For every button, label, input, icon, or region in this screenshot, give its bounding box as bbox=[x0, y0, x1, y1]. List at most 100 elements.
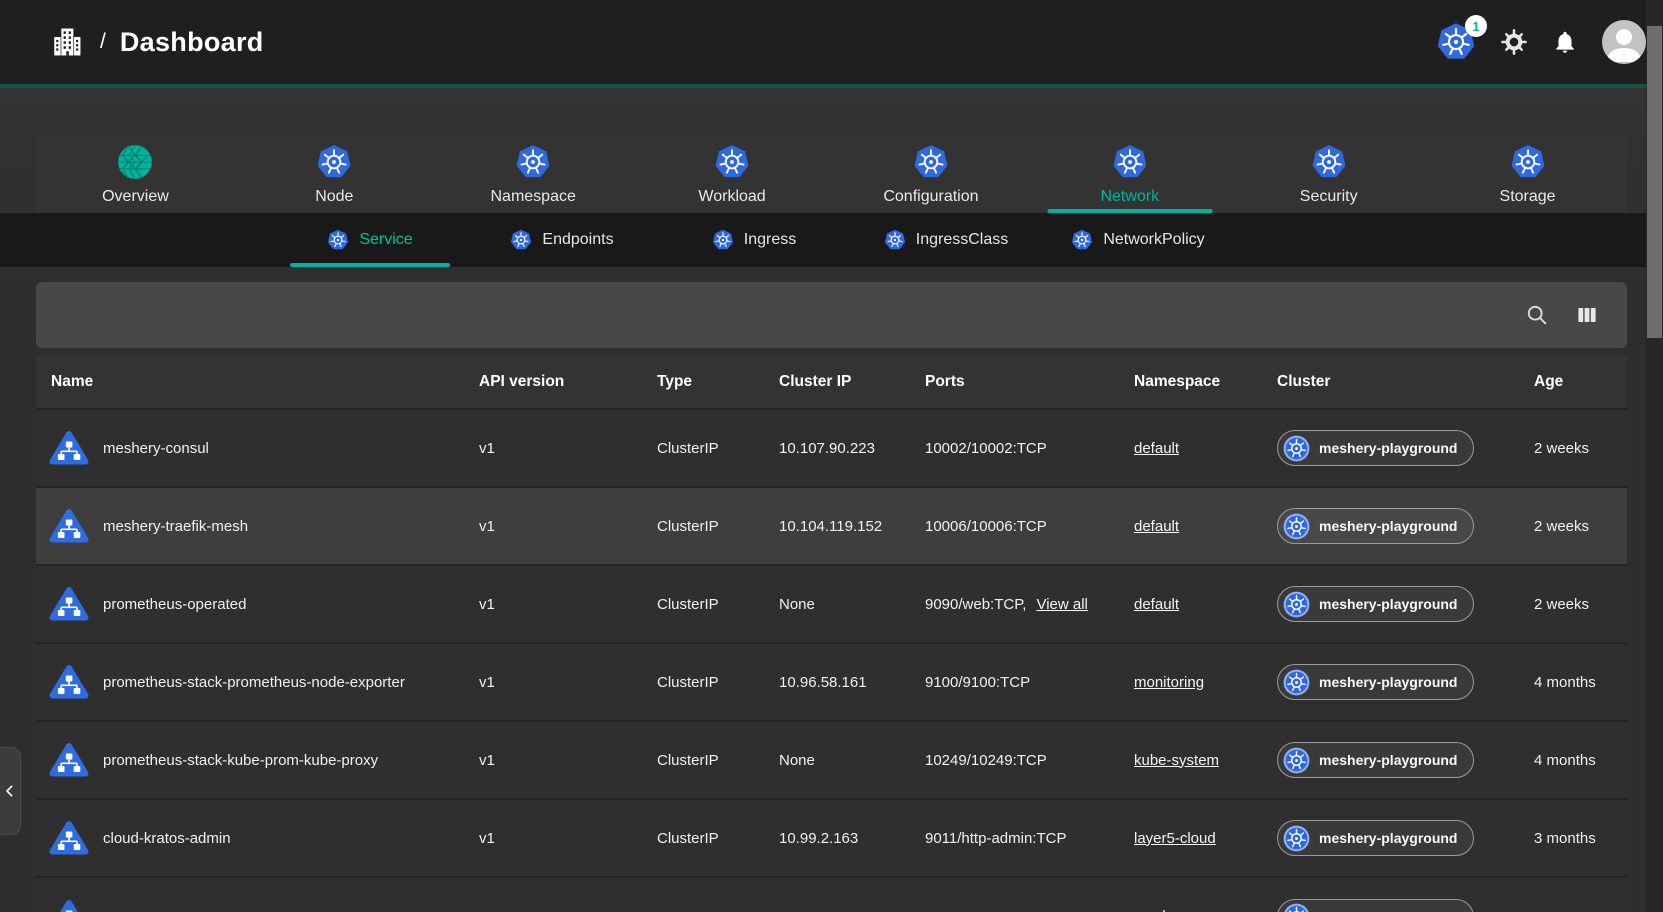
tab-label: Node bbox=[315, 188, 353, 206]
ports-cell: 10249/10249:TCP bbox=[925, 721, 1134, 799]
cluster-name: meshery-playground bbox=[1319, 909, 1457, 912]
table-row[interactable]: prometheus-stack-kube-prom-kube-proxy v1… bbox=[36, 721, 1627, 799]
kubernetes-icon bbox=[515, 144, 551, 180]
tab-namespace[interactable]: Namespace bbox=[434, 136, 633, 213]
namespace-cell: layer5-cloud bbox=[1134, 799, 1277, 877]
type-cell: ClusterIP bbox=[657, 643, 779, 721]
namespace-link[interactable]: default bbox=[1134, 440, 1179, 457]
primary-tabs: Overview Node Namespace Workload Configu… bbox=[36, 136, 1627, 213]
column-header[interactable]: Type bbox=[657, 355, 779, 409]
cluster-chip[interactable]: meshery-playground bbox=[1277, 430, 1474, 466]
cluster-chip[interactable]: meshery-playground bbox=[1277, 899, 1474, 912]
column-header[interactable]: Cluster bbox=[1277, 355, 1534, 409]
api-version-cell: v1 bbox=[479, 487, 657, 565]
settings-gear-icon[interactable] bbox=[1500, 28, 1528, 56]
kubernetes-icon bbox=[1311, 144, 1347, 180]
cluster-cell: meshery-playground bbox=[1277, 643, 1534, 721]
name-cell: prometheus-stack-prometheus-node-exporte… bbox=[36, 643, 479, 721]
api-version-cell: v1 bbox=[479, 799, 657, 877]
scrollbar-thumb[interactable] bbox=[1647, 26, 1662, 338]
table-row[interactable]: cloud-kratos-admin v1 ClusterIP 10.99.2.… bbox=[36, 799, 1627, 877]
cluster-cell: meshery-playground bbox=[1277, 877, 1534, 912]
kubernetes-icon bbox=[1071, 229, 1093, 251]
tab-configuration[interactable]: Configuration bbox=[832, 136, 1031, 213]
tab-workload[interactable]: Workload bbox=[633, 136, 832, 213]
user-avatar[interactable] bbox=[1602, 20, 1646, 64]
ports-cell: 10006/10006:TCP bbox=[925, 487, 1134, 565]
column-header[interactable]: Cluster IP bbox=[779, 355, 925, 409]
age-cell: 4 months bbox=[1534, 721, 1627, 799]
notifications-bell-icon[interactable] bbox=[1552, 29, 1578, 55]
subtab-service[interactable]: Service bbox=[274, 213, 466, 267]
kubernetes-icon bbox=[712, 229, 734, 251]
namespace-link[interactable]: kube-system bbox=[1134, 752, 1219, 769]
subtab-endpoints[interactable]: Endpoints bbox=[466, 213, 658, 267]
tab-storage[interactable]: Storage bbox=[1428, 136, 1627, 213]
service-resource-icon bbox=[49, 664, 89, 700]
subtab-networkpolicy[interactable]: NetworkPolicy bbox=[1042, 213, 1234, 267]
age-cell: 2 weeks bbox=[1534, 565, 1627, 643]
table-row[interactable]: meshery-consul v1 ClusterIP 10.107.90.22… bbox=[36, 409, 1627, 487]
type-cell bbox=[657, 877, 779, 912]
table-row[interactable]: meshery-traefik-mesh v1 ClusterIP 10.104… bbox=[36, 487, 1627, 565]
service-name: prometheus-stack-kube-prom-kube-proxy bbox=[103, 752, 378, 769]
page-title: Dashboard bbox=[120, 27, 264, 58]
kubernetes-icon bbox=[1283, 513, 1310, 540]
table-row[interactable]: prometheus-stack-prometheus-node-exporte… bbox=[36, 643, 1627, 721]
view-all-ports-link[interactable]: View all bbox=[1036, 596, 1087, 613]
kubernetes-icon bbox=[913, 144, 949, 180]
namespace-link[interactable]: layer5-cloud bbox=[1134, 830, 1216, 847]
name-cell: prometheus-operated bbox=[36, 565, 479, 643]
column-header[interactable]: Ports bbox=[925, 355, 1134, 409]
column-header[interactable]: Name bbox=[36, 355, 479, 409]
table-header-row: Name API version Type Cluster IP Ports N… bbox=[36, 355, 1627, 409]
subtab-ingressclass[interactable]: IngressClass bbox=[850, 213, 1042, 267]
services-table: Name API version Type Cluster IP Ports N… bbox=[36, 355, 1627, 912]
cluster-chip[interactable]: meshery-playground bbox=[1277, 742, 1474, 778]
table-toolbar bbox=[36, 282, 1627, 348]
table-row[interactable]: meshery meshery-playground bbox=[36, 877, 1627, 912]
namespace-link[interactable]: monitoring bbox=[1134, 674, 1204, 691]
column-header[interactable]: Namespace bbox=[1134, 355, 1277, 409]
service-resource-icon bbox=[49, 899, 89, 912]
cluster-cell: meshery-playground bbox=[1277, 565, 1534, 643]
service-name: prometheus-operated bbox=[103, 596, 246, 613]
namespace-link[interactable]: meshery bbox=[1134, 908, 1192, 912]
tab-label: Overview bbox=[102, 188, 169, 206]
table-row[interactable]: prometheus-operated v1 ClusterIP None 90… bbox=[36, 565, 1627, 643]
column-header[interactable]: API version bbox=[479, 355, 657, 409]
cluster-context-switcher[interactable]: 1 bbox=[1436, 22, 1476, 62]
namespace-link[interactable]: default bbox=[1134, 518, 1179, 535]
tab-label: Namespace bbox=[491, 188, 576, 206]
subtab-ingress[interactable]: Ingress bbox=[658, 213, 850, 267]
view-columns-icon[interactable] bbox=[1575, 303, 1599, 327]
breadcrumb-separator: / bbox=[100, 30, 106, 54]
namespace-link[interactable]: default bbox=[1134, 596, 1179, 613]
column-header[interactable]: Age bbox=[1534, 355, 1627, 409]
api-version-cell: v1 bbox=[479, 643, 657, 721]
cluster-cell: meshery-playground bbox=[1277, 721, 1534, 799]
chevron-left-icon bbox=[2, 783, 18, 799]
page-scrollbar[interactable] bbox=[1646, 0, 1663, 912]
tab-node[interactable]: Node bbox=[235, 136, 434, 213]
organization-icon[interactable] bbox=[50, 25, 84, 59]
kubernetes-icon bbox=[714, 144, 750, 180]
cluster-chip[interactable]: meshery-playground bbox=[1277, 664, 1474, 700]
cluster-chip[interactable]: meshery-playground bbox=[1277, 508, 1474, 544]
tab-overview[interactable]: Overview bbox=[36, 136, 235, 213]
service-resource-icon bbox=[49, 430, 89, 466]
cluster-chip[interactable]: meshery-playground bbox=[1277, 820, 1474, 856]
sidebar-collapse-handle[interactable] bbox=[0, 747, 21, 835]
kubernetes-icon bbox=[1283, 669, 1310, 696]
cluster-chip[interactable]: meshery-playground bbox=[1277, 586, 1474, 622]
kubernetes-icon bbox=[316, 144, 352, 180]
tab-network[interactable]: Network bbox=[1030, 136, 1229, 213]
api-version-cell bbox=[479, 877, 657, 912]
type-cell: ClusterIP bbox=[657, 799, 779, 877]
age-cell: 2 weeks bbox=[1534, 487, 1627, 565]
name-cell bbox=[36, 877, 479, 912]
tab-security[interactable]: Security bbox=[1229, 136, 1428, 213]
namespace-cell: meshery bbox=[1134, 877, 1277, 912]
search-icon[interactable] bbox=[1525, 303, 1549, 327]
service-name: cloud-kratos-admin bbox=[103, 830, 231, 847]
